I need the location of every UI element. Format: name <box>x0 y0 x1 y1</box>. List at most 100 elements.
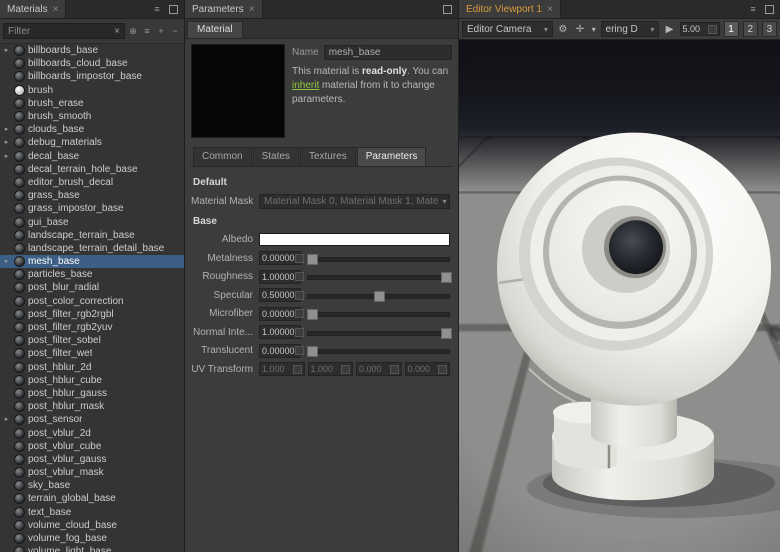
camera-dropdown[interactable]: Editor Camera ▾ <box>462 21 553 37</box>
tree-item-clouds_base[interactable]: ▸clouds_base <box>0 123 184 136</box>
specular-field[interactable]: 0.50000 <box>259 288 301 302</box>
slider-handle[interactable] <box>307 346 318 357</box>
tab-textures[interactable]: Textures <box>300 147 356 166</box>
tree-item-decal_terrain_hole_base[interactable]: decal_terrain_hole_base <box>0 163 184 176</box>
value-drag-icon[interactable] <box>295 346 304 355</box>
uv-field-2[interactable]: 0.000 <box>356 362 402 376</box>
normal-intensity-slider[interactable] <box>307 326 450 339</box>
subtab-material[interactable]: Material <box>187 21 243 38</box>
albedo-color-swatch[interactable] <box>259 233 450 246</box>
expand-arrow-icon[interactable]: ▸ <box>2 150 11 163</box>
material-mask-select[interactable]: Material Mask 0, Material Mask 1, Mate ▾ <box>259 194 450 209</box>
tree-item-post_color_correction[interactable]: post_color_correction <box>0 295 184 308</box>
tab-states[interactable]: States <box>253 147 299 166</box>
viewport-3d[interactable] <box>459 40 780 552</box>
tree-item-decal_base[interactable]: ▸decal_base <box>0 150 184 163</box>
slider-handle[interactable] <box>307 309 318 320</box>
tree-item-post_vblur_mask[interactable]: post_vblur_mask <box>0 466 184 479</box>
tree-item-post_sensor[interactable]: ▸post_sensor <box>0 413 184 426</box>
value-drag-icon[interactable] <box>341 365 350 374</box>
filter-input[interactable]: Filter × <box>3 23 125 39</box>
value-drag-icon[interactable] <box>293 365 302 374</box>
expand-arrow-icon[interactable]: ▸ <box>2 136 11 149</box>
inherit-link[interactable]: inherit <box>292 80 319 91</box>
tab-common[interactable]: Common <box>193 147 252 166</box>
tree-item-post_filter_rgb2rgbl[interactable]: post_filter_rgb2rgbl <box>0 308 184 321</box>
speed-preset-3-button[interactable]: 3 <box>762 21 777 37</box>
value-drag-icon[interactable] <box>295 272 304 281</box>
metalness-field[interactable]: 0.00000 <box>259 251 301 265</box>
panel-menu-icon[interactable]: ≡ <box>151 3 163 15</box>
value-drag-icon[interactable] <box>708 25 717 34</box>
metalness-slider[interactable] <box>307 252 450 265</box>
rendering-debug-dropdown[interactable]: ering D ▾ <box>601 21 660 37</box>
material-preview[interactable] <box>191 44 285 138</box>
translucent-field[interactable]: 0.00000 <box>259 344 301 358</box>
tree-item-post_vblur_gauss[interactable]: post_vblur_gauss <box>0 453 184 466</box>
section-base[interactable]: Base <box>193 216 450 227</box>
tree-item-grass_impostor_base[interactable]: grass_impostor_base <box>0 202 184 215</box>
navigation-speed-icon[interactable]: ▶ <box>662 22 676 36</box>
slider-handle[interactable] <box>307 254 318 265</box>
tree-item-text_base[interactable]: text_base <box>0 506 184 519</box>
expand-arrow-icon[interactable]: ▸ <box>2 255 11 268</box>
float-panel-icon[interactable] <box>167 3 179 15</box>
pan-move-icon[interactable]: ✛ <box>573 22 587 36</box>
tree-item-post_filter_wet[interactable]: post_filter_wet <box>0 347 184 360</box>
specular-slider[interactable] <box>307 289 450 302</box>
tree-item-post_blur_radial[interactable]: post_blur_radial <box>0 281 184 294</box>
tree-item-sky_base[interactable]: sky_base <box>0 479 184 492</box>
tree-item-post_hblur_mask[interactable]: post_hblur_mask <box>0 400 184 413</box>
close-icon[interactable]: × <box>547 4 553 15</box>
tree-item-brush_erase[interactable]: brush_erase <box>0 97 184 110</box>
close-icon[interactable]: × <box>53 4 59 15</box>
section-default[interactable]: Default <box>193 177 450 188</box>
collapse-all-icon[interactable]: − <box>169 25 181 37</box>
roughness-slider[interactable] <box>307 270 450 283</box>
close-icon[interactable]: × <box>249 4 255 15</box>
tab-parameters-inner[interactable]: Parameters <box>357 147 427 166</box>
tree-item-billboards_impostor_base[interactable]: billboards_impostor_base <box>0 70 184 83</box>
tab-editor-viewport[interactable]: Editor Viewport 1 × <box>459 0 561 18</box>
tree-item-volume_cloud_base[interactable]: volume_cloud_base <box>0 519 184 532</box>
value-drag-icon[interactable] <box>295 309 304 318</box>
tree-item-post_filter_sobel[interactable]: post_filter_sobel <box>0 334 184 347</box>
expand-arrow-icon[interactable]: ▸ <box>2 413 11 426</box>
tree-item-billboards_base[interactable]: ▸billboards_base <box>0 44 184 57</box>
tree-item-volume_light_base[interactable]: volume_light_base <box>0 545 184 552</box>
uv-field-1[interactable]: 1.000 <box>308 362 354 376</box>
tree-item-debug_materials[interactable]: ▸debug_materials <box>0 136 184 149</box>
uv-field-3[interactable]: 0.000 <box>405 362 451 376</box>
slider-handle[interactable] <box>441 272 452 283</box>
camera-settings-gear-icon[interactable]: ⚙ <box>556 22 570 36</box>
tree-item-billboards_cloud_base[interactable]: billboards_cloud_base <box>0 57 184 70</box>
microfiber-field[interactable]: 0.00000 <box>259 307 301 321</box>
tree-item-landscape_terrain_detail_base[interactable]: landscape_terrain_detail_base <box>0 242 184 255</box>
tree-item-mesh_base[interactable]: ▸mesh_base <box>0 255 184 268</box>
tree-item-volume_fog_base[interactable]: volume_fog_base <box>0 532 184 545</box>
microfiber-slider[interactable] <box>307 307 450 320</box>
float-panel-icon[interactable] <box>763 3 775 15</box>
tab-materials[interactable]: Materials × <box>0 0 66 18</box>
tree-item-brush[interactable]: brush <box>0 84 184 97</box>
value-drag-icon[interactable] <box>295 254 304 263</box>
tree-item-post_filter_rgb2yuv[interactable]: post_filter_rgb2yuv <box>0 321 184 334</box>
add-material-icon[interactable]: ⊕ <box>127 25 139 37</box>
expand-arrow-icon[interactable]: ▸ <box>2 44 11 57</box>
normal-intensity-field[interactable]: 1.00000 <box>259 325 301 339</box>
value-drag-icon[interactable] <box>438 365 447 374</box>
tab-parameters[interactable]: Parameters × <box>185 0 263 18</box>
panel-menu-icon[interactable]: ≡ <box>747 3 759 15</box>
slider-handle[interactable] <box>374 291 385 302</box>
tree-item-gui_base[interactable]: gui_base <box>0 215 184 228</box>
tree-item-editor_brush_decal[interactable]: editor_brush_decal <box>0 176 184 189</box>
tree-item-post_hblur_gauss[interactable]: post_hblur_gauss <box>0 387 184 400</box>
expand-arrow-icon[interactable]: ▸ <box>2 123 11 136</box>
speed-preset-1-button[interactable]: 1 <box>724 21 739 37</box>
tree-item-terrain_global_base[interactable]: terrain_global_base <box>0 492 184 505</box>
hierarchy-view-icon[interactable]: ≡ <box>141 25 153 37</box>
expand-all-icon[interactable]: + <box>155 25 167 37</box>
tree-item-post_vblur_cube[interactable]: post_vblur_cube <box>0 440 184 453</box>
tree-item-landscape_terrain_base[interactable]: landscape_terrain_base <box>0 229 184 242</box>
speed-preset-2-button[interactable]: 2 <box>743 21 758 37</box>
